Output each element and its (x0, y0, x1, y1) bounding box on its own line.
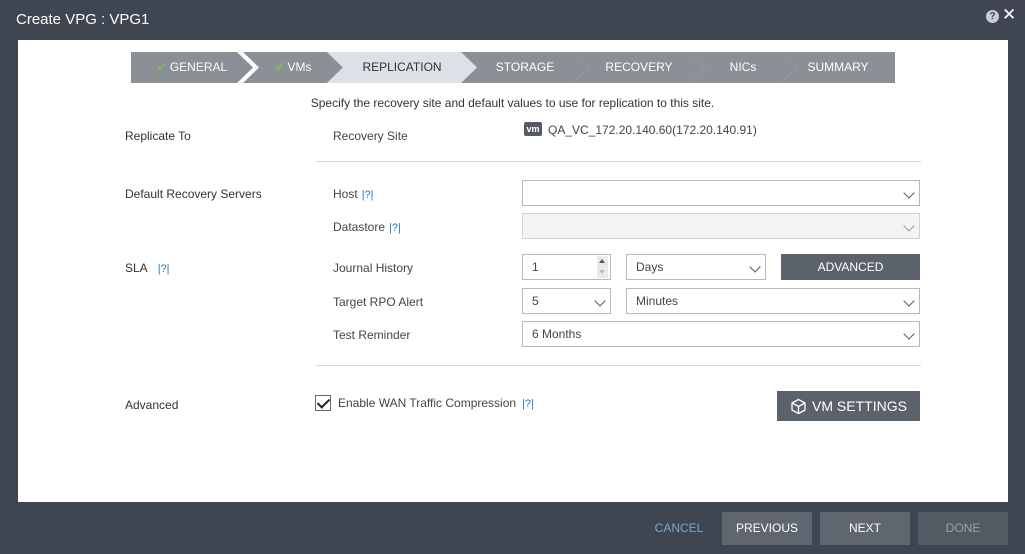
step-recovery[interactable]: RECOVERY (573, 52, 705, 83)
cube-icon (791, 398, 806, 415)
checkmark-icon: ✔ (156, 60, 167, 74)
datastore-select[interactable] (522, 213, 920, 239)
cancel-button[interactable]: CANCEL (645, 512, 713, 545)
host-select[interactable] (522, 180, 920, 206)
section-replicate-to: Replicate To (125, 129, 191, 143)
dialog-title: Create VPG : VPG1 (16, 11, 150, 28)
step-replication[interactable]: REPLICATION (327, 52, 477, 83)
wizard-steps: ✔ GENERAL ✔ VMs REPLICATION STORAGE RECOVE… (131, 52, 895, 83)
target-rpo-unit-value: Minutes (636, 294, 679, 308)
vcenter-icon: vm (524, 122, 542, 136)
step-label: SUMMARY (807, 60, 869, 74)
step-label: GENERAL (169, 60, 228, 74)
journal-history-value: 1 (532, 260, 539, 274)
step-label: NICs (729, 60, 757, 74)
wan-compression-help-link[interactable]: |?| (522, 398, 534, 410)
section-default-recovery-servers: Default Recovery Servers (125, 187, 262, 201)
checkmark-icon: ✔ (274, 60, 285, 74)
target-rpo-label: Target RPO Alert (333, 295, 424, 309)
host-label: Host |?| (333, 187, 374, 201)
step-summary[interactable]: SUMMARY (781, 52, 895, 83)
spin-up-icon[interactable] (597, 256, 608, 267)
datastore-help-link[interactable]: |?| (389, 222, 401, 234)
title-bar: Create VPG : VPG1 ? ✕ (0, 0, 1025, 40)
next-button[interactable]: NEXT (820, 512, 910, 545)
datastore-label-text: Datastore (333, 220, 386, 234)
chevron-down-icon (903, 328, 915, 340)
done-button[interactable]: DONE (918, 512, 1008, 545)
divider (316, 365, 921, 366)
wan-compression-label: Enable WAN Traffic Compression |?| (338, 396, 534, 410)
test-reminder-select[interactable]: 6 Months (522, 321, 920, 347)
host-label-text: Host (333, 187, 358, 201)
test-reminder-value: 6 Months (532, 327, 582, 341)
wan-compression-text: Enable WAN Traffic Compression (338, 396, 517, 410)
sla-help-link[interactable]: |?| (158, 263, 170, 275)
step-nics[interactable]: NICs (689, 52, 797, 83)
journal-unit-value: Days (636, 260, 664, 274)
instruction-text: Specify the recovery site and default va… (310, 96, 715, 110)
advanced-button[interactable]: ADVANCED (781, 254, 920, 280)
test-reminder-label: Test Reminder (333, 328, 411, 342)
chevron-down-icon (594, 295, 606, 307)
target-rpo-value: 5 (532, 294, 539, 308)
chevron-down-icon (903, 295, 915, 307)
datastore-label: Datastore |?| (333, 220, 401, 234)
step-storage[interactable]: STORAGE (461, 52, 589, 83)
journal-history-input[interactable]: 1 (522, 254, 611, 280)
host-help-link[interactable]: |?| (362, 189, 374, 201)
step-label: VMs (287, 60, 312, 74)
target-rpo-unit-select[interactable]: Minutes (626, 288, 920, 314)
step-label: REPLICATION (362, 60, 442, 74)
section-advanced: Advanced (125, 398, 179, 412)
recovery-site-label: Recovery Site (333, 129, 408, 143)
wan-compression-checkbox[interactable] (315, 395, 331, 411)
chevron-down-icon (903, 220, 915, 232)
step-label: RECOVERY (605, 60, 673, 74)
journal-history-label: Journal History (333, 261, 414, 275)
previous-button[interactable]: PREVIOUS (722, 512, 812, 545)
journal-history-unit-select[interactable]: Days (626, 254, 766, 280)
vm-settings-label: VM SETTINGS (812, 398, 907, 414)
section-sla: SLA |?| (125, 261, 170, 275)
sla-label-text: SLA (125, 261, 148, 275)
vm-settings-button[interactable]: VM SETTINGS (777, 391, 920, 421)
step-vms[interactable]: ✔ VMs (243, 52, 343, 83)
close-icon[interactable]: ✕ (1002, 6, 1016, 23)
target-rpo-select[interactable]: 5 (522, 288, 611, 314)
spin-down-icon[interactable] (597, 267, 608, 278)
help-icon[interactable]: ? (986, 10, 999, 23)
step-general[interactable]: ✔ GENERAL (131, 52, 253, 83)
divider (316, 161, 921, 162)
chevron-down-icon (903, 187, 915, 199)
chevron-down-icon (749, 261, 761, 273)
step-label: STORAGE (495, 60, 555, 74)
recovery-site-value: QA_VC_172.20.140.60(172.20.140.91) (548, 123, 757, 137)
